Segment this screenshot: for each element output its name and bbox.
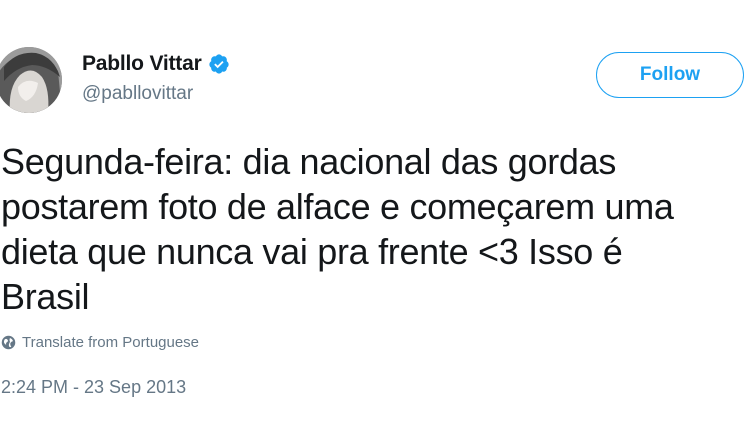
tweet-text-line: dieta que nunca vai pra frente <3 Isso é (1, 231, 623, 272)
tweet-text-line: Brasil (1, 276, 90, 317)
tweet-text-line: postarem foto de alface e começarem uma (1, 186, 674, 227)
user-handle[interactable]: @pabllovittar (82, 83, 193, 105)
avatar[interactable] (0, 47, 62, 113)
follow-button[interactable]: Follow (596, 52, 744, 98)
tweet-text: Segunda-feira: dia nacional das gordas p… (1, 139, 749, 319)
user-name-row: Pabllo Vittar (82, 50, 230, 78)
display-name[interactable]: Pabllo Vittar (82, 52, 202, 76)
tweet-timestamp[interactable]: 2:24 PM - 23 Sep 2013 (1, 377, 186, 398)
globe-icon (1, 335, 16, 350)
avatar-photo (0, 47, 62, 113)
translate-label[interactable]: Translate from Portuguese (22, 334, 199, 351)
tweet-text-line: Segunda-feira: dia nacional das gordas (1, 141, 617, 182)
translate-link[interactable]: Translate from Portuguese (1, 334, 199, 351)
verified-badge-icon (208, 53, 230, 75)
